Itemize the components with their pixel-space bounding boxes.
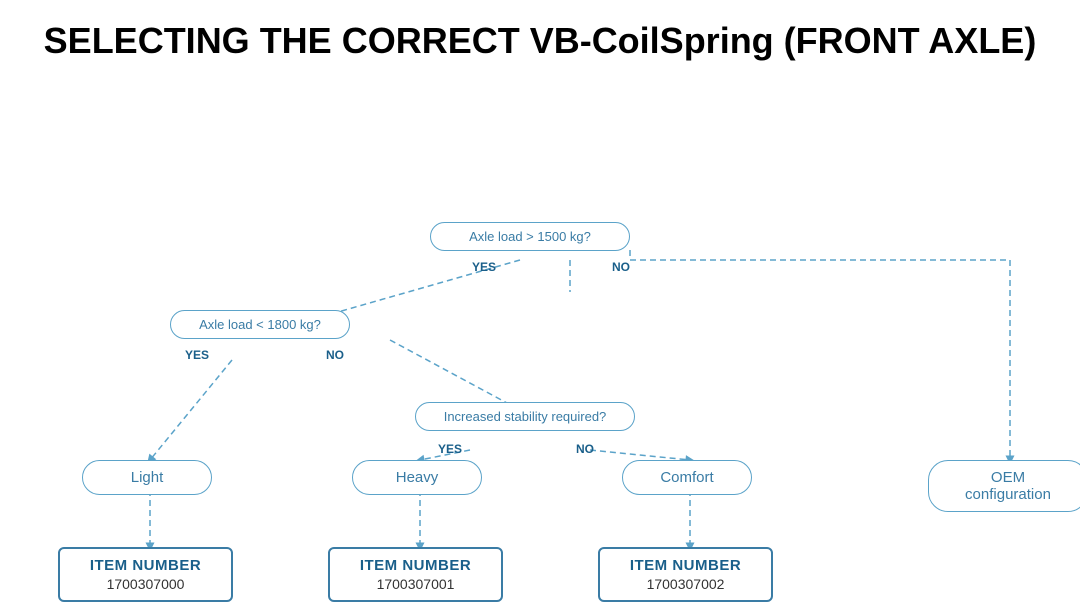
- item3-number: 1700307002: [612, 576, 759, 592]
- decision2-no-label: NO: [326, 348, 344, 362]
- decision1-no-label: NO: [612, 260, 630, 274]
- decision3-yes-label: YES: [438, 442, 462, 456]
- result-oem: OEM configuration: [928, 460, 1080, 512]
- decision-axle-load-1800: Axle load < 1800 kg?: [170, 310, 350, 339]
- decision-axle-load-1500: Axle load > 1500 kg?: [430, 222, 630, 251]
- result-heavy: Heavy: [352, 460, 482, 495]
- item-box-3: ITEM NUMBER 1700307002: [598, 547, 773, 602]
- page: SELECTING THE CORRECT VB-CoilSpring (FRO…: [0, 0, 1080, 608]
- item-box-2: ITEM NUMBER 1700307001: [328, 547, 503, 602]
- item1-label: ITEM NUMBER: [72, 557, 219, 574]
- page-title: SELECTING THE CORRECT VB-CoilSpring (FRO…: [30, 20, 1050, 62]
- item2-number: 1700307001: [342, 576, 489, 592]
- result-comfort: Comfort: [622, 460, 752, 495]
- diagram: Axle load > 1500 kg? YES NO Axle load < …: [30, 92, 1050, 572]
- decision1-yes-label: YES: [472, 260, 496, 274]
- result-light: Light: [82, 460, 212, 495]
- decision2-yes-label: YES: [185, 348, 209, 362]
- decision3-no-label: NO: [576, 442, 594, 456]
- item3-label: ITEM NUMBER: [612, 557, 759, 574]
- item-box-1: ITEM NUMBER 1700307000: [58, 547, 233, 602]
- item1-number: 1700307000: [72, 576, 219, 592]
- item2-label: ITEM NUMBER: [342, 557, 489, 574]
- decision-stability: Increased stability required?: [415, 402, 635, 431]
